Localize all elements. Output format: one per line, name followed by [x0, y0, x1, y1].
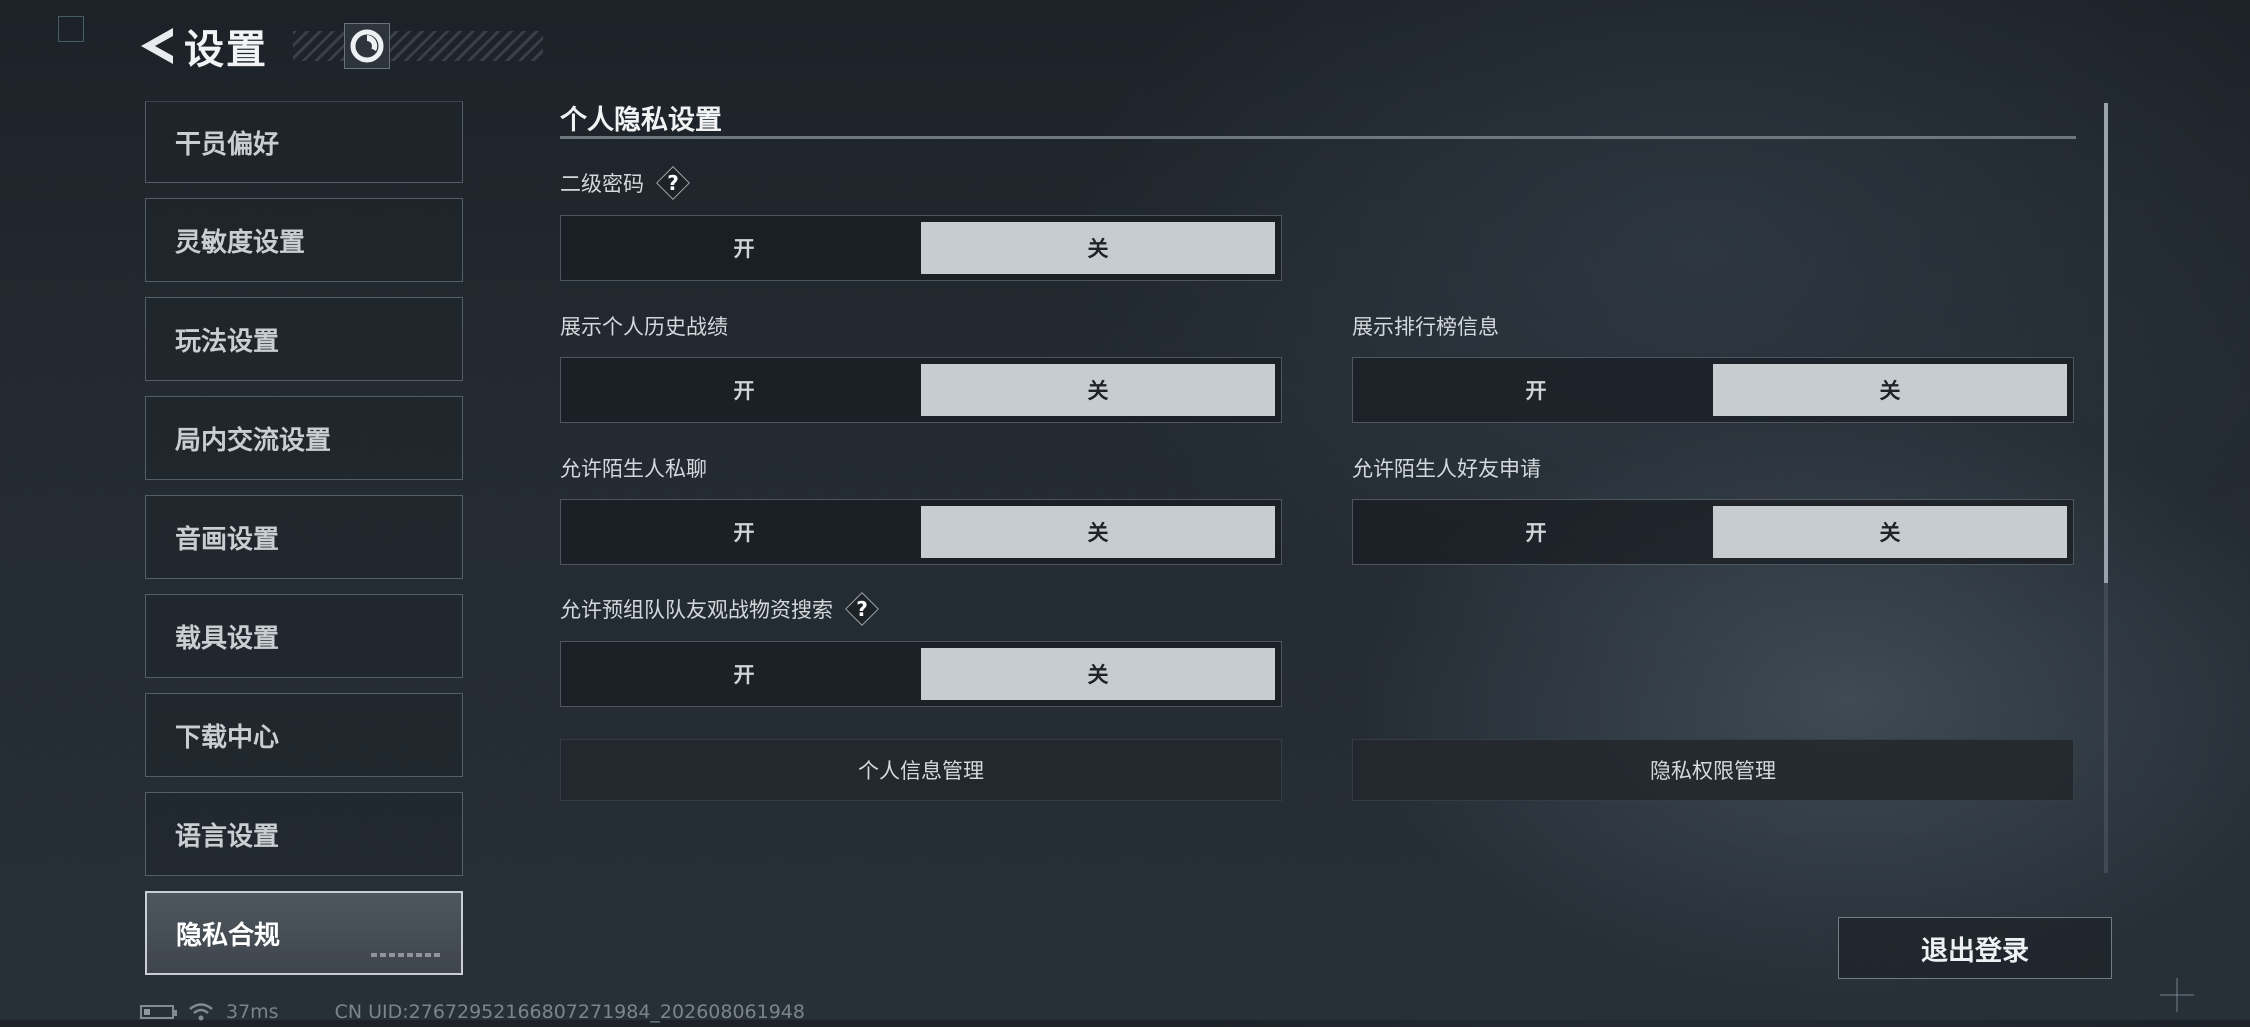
- help-icon[interactable]: ?: [847, 594, 877, 624]
- stranger-chat-label: 允许陌生人私聊: [560, 453, 707, 483]
- status-bar: 37ms CN UID:2767295216680727198​4_202608…: [140, 997, 805, 1027]
- sidebar-item-label: 音画设置: [175, 524, 280, 555]
- scrollbar-thumb[interactable]: [2104, 103, 2108, 583]
- setting-label: 二级密码: [560, 172, 644, 196]
- sidebar-item-audio-video[interactable]: 音画设置: [145, 495, 463, 579]
- back-button[interactable]: [138, 24, 178, 68]
- privacy-settings-panel: 个人隐私设置 二级密码 ? 开 关 展示个人历史战绩 开 关 展示排行榜信息 开…: [560, 98, 2076, 878]
- sidebar-item-label: 玩法设置: [175, 326, 280, 357]
- toggle-off-option[interactable]: 关: [921, 222, 1275, 274]
- toggle-off-option[interactable]: 关: [921, 506, 1275, 558]
- personal-info-management-button[interactable]: 个人信息管理: [560, 739, 1282, 801]
- secondary-password-toggle: 开 关: [560, 215, 1282, 281]
- setting-label: 展示排行榜信息: [1352, 315, 1499, 339]
- show-leaderboard-label: 展示排行榜信息: [1352, 311, 1499, 341]
- section-title: 个人隐私设置: [560, 105, 722, 136]
- sidebar-item-label: 干员偏好: [175, 129, 280, 160]
- stranger-friend-request-label: 允许陌生人好友申请: [1352, 453, 1541, 483]
- sidebar-item-gameplay[interactable]: 玩法设置: [145, 297, 463, 381]
- sidebar-item-label: 局内交流设置: [175, 425, 332, 456]
- settings-sidebar: 干员偏好 灵敏度设置 玩法设置 局内交流设置 音画设置 载具设置 下载中心 语言…: [145, 101, 463, 990]
- sidebar-item-vehicle[interactable]: 载具设置: [145, 594, 463, 678]
- page-title: 设置: [184, 27, 268, 73]
- active-indicator: [371, 953, 443, 957]
- game-logo-icon[interactable]: [344, 23, 390, 69]
- teammate-spectate-toggle: 开 关: [560, 641, 1282, 707]
- setting-label: 允许陌生人好友申请: [1352, 457, 1541, 481]
- sidebar-item-download-center[interactable]: 下载中心: [145, 693, 463, 777]
- toggle-off-option[interactable]: 关: [1713, 506, 2067, 558]
- toggle-on-option[interactable]: 开: [1359, 364, 1713, 416]
- wifi-icon: [189, 1003, 213, 1021]
- sidebar-item-ingame-communication[interactable]: 局内交流设置: [145, 396, 463, 480]
- teammate-spectate-label: 允许预组队队友观战物资搜索 ?: [560, 594, 877, 624]
- setting-label: 允许陌生人私聊: [560, 457, 707, 481]
- sidebar-item-operator-preference[interactable]: 干员偏好: [145, 101, 463, 183]
- setting-label: 展示个人历史战绩: [560, 315, 728, 339]
- page-header: 设置: [138, 18, 543, 74]
- sidebar-item-label: 载具设置: [175, 623, 280, 654]
- sidebar-item-privacy-compliance[interactable]: 隐私合规: [145, 891, 463, 975]
- sidebar-item-label: 灵敏度设置: [175, 227, 306, 258]
- corner-decoration: [58, 16, 84, 42]
- sidebar-item-label: 隐私合规: [176, 920, 281, 951]
- show-leaderboard-toggle: 开 关: [1352, 357, 2074, 423]
- sidebar-item-label: 下载中心: [175, 722, 280, 753]
- show-history-toggle: 开 关: [560, 357, 1282, 423]
- section-divider: [560, 136, 2076, 139]
- toggle-off-option[interactable]: 关: [921, 648, 1275, 700]
- toggle-on-option[interactable]: 开: [567, 648, 921, 700]
- privacy-permission-management-button[interactable]: 隐私权限管理: [1352, 739, 2074, 801]
- logout-button[interactable]: 退出登录: [1838, 917, 2112, 979]
- show-history-label: 展示个人历史战绩: [560, 311, 728, 341]
- battery-icon: [140, 1005, 177, 1019]
- header-decoration: [293, 31, 543, 61]
- toggle-off-option[interactable]: 关: [921, 364, 1275, 416]
- sidebar-item-label: 语言设置: [175, 821, 280, 852]
- help-icon[interactable]: ?: [658, 168, 688, 198]
- sidebar-item-sensitivity[interactable]: 灵敏度设置: [145, 198, 463, 282]
- stranger-chat-toggle: 开 关: [560, 499, 1282, 565]
- setting-label: 允许预组队队友观战物资搜索: [560, 598, 833, 622]
- secondary-password-label: 二级密码 ?: [560, 168, 688, 198]
- back-arrow-icon: [141, 28, 173, 64]
- toggle-on-option[interactable]: 开: [1359, 506, 1713, 558]
- sidebar-item-language[interactable]: 语言设置: [145, 792, 463, 876]
- toggle-on-option[interactable]: 开: [567, 506, 921, 558]
- toggle-off-option[interactable]: 关: [1713, 364, 2067, 416]
- toggle-on-option[interactable]: 开: [567, 364, 921, 416]
- corner-plus-decoration: [2160, 978, 2194, 1012]
- scrollbar[interactable]: [2104, 103, 2108, 873]
- stranger-friend-request-toggle: 开 关: [1352, 499, 2074, 565]
- toggle-on-option[interactable]: 开: [567, 222, 921, 274]
